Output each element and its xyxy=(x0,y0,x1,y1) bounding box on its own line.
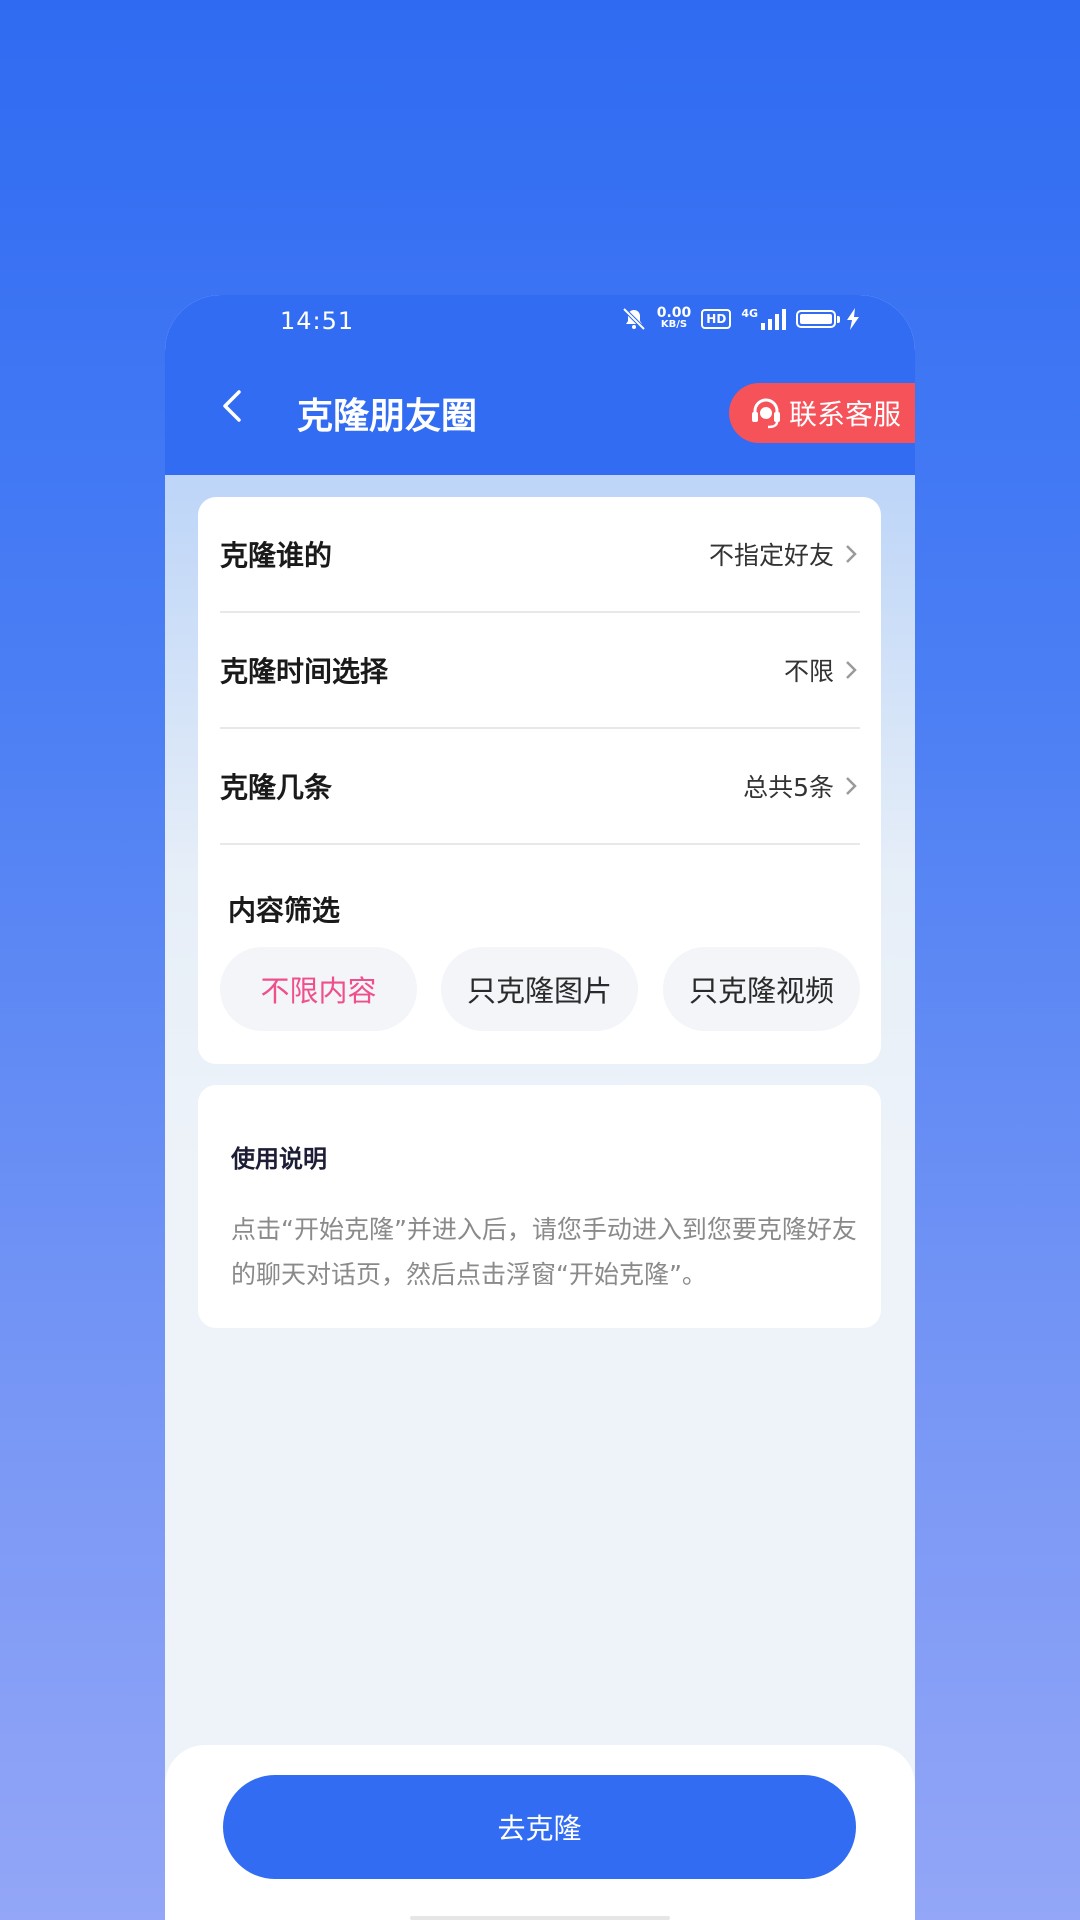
contact-support-button[interactable]: 联系客服 xyxy=(728,383,915,443)
filter-chip-all[interactable]: 不限内容 xyxy=(220,947,417,1031)
mute-bell-icon xyxy=(622,307,646,331)
row-label: 克隆时间选择 xyxy=(220,655,389,688)
row-label: 克隆几条 xyxy=(220,771,333,804)
net-speed-value: 0.00 xyxy=(656,305,692,321)
page-title: 克隆朋友圈 xyxy=(297,396,478,437)
help-title: 使用说明 xyxy=(231,1145,327,1173)
settings-card: 克隆谁的 不指定好友 克隆时间选择 不限 克隆几条 总共5条 内容筛选 不限内容… xyxy=(198,497,881,1064)
hd-badge: HD xyxy=(701,309,732,329)
row-value: 总共5条 xyxy=(743,773,834,802)
home-indicator xyxy=(410,1916,670,1920)
row-clone-time[interactable]: 克隆时间选择 不限 xyxy=(220,613,860,729)
go-clone-button[interactable]: 去克隆 xyxy=(223,1775,856,1879)
content-area: 克隆谁的 不指定好友 克隆时间选择 不限 克隆几条 总共5条 内容筛选 不限内容… xyxy=(165,475,915,1920)
status-time: 14:51 xyxy=(280,307,355,335)
chevron-right-icon xyxy=(846,661,857,679)
row-right: 不限 xyxy=(784,652,860,688)
back-arrow-icon[interactable] xyxy=(215,388,251,424)
phone-screen: 14:51 0.00 KB/S HD 4G 克隆朋友圈 联系客服 克隆谁的 不指… xyxy=(165,295,915,1920)
filter-chip-videos[interactable]: 只克隆视频 xyxy=(663,947,860,1031)
row-value: 不限 xyxy=(783,657,834,686)
status-icons: 0.00 KB/S HD 4G xyxy=(621,305,860,331)
help-card: 使用说明 点击“开始克隆”并进入后，请您手动进入到您要克隆好友的聊天对话页，然后… xyxy=(198,1085,881,1328)
bottom-bar: 去克隆 xyxy=(165,1745,915,1920)
signal-label: 4G xyxy=(741,306,758,320)
filter-chip-images[interactable]: 只克隆图片 xyxy=(441,947,638,1031)
chevron-right-icon xyxy=(846,777,857,795)
net-speed: 0.00 KB/S xyxy=(656,305,692,331)
filter-title: 内容筛选 xyxy=(228,894,341,927)
row-right: 不指定好友 xyxy=(709,536,860,572)
signal-icon xyxy=(761,309,786,330)
charging-icon xyxy=(847,308,859,330)
row-clone-count[interactable]: 克隆几条 总共5条 xyxy=(220,729,860,845)
battery-icon xyxy=(796,310,840,328)
net-speed-unit: KB/S xyxy=(660,319,688,330)
row-value: 不指定好友 xyxy=(708,541,834,570)
help-text: 点击“开始克隆”并进入后，请您手动进入到您要克隆好友的聊天对话页，然后点击浮窗“… xyxy=(231,1215,857,1289)
app-header: 14:51 0.00 KB/S HD 4G 克隆朋友圈 联系客服 xyxy=(165,295,915,475)
row-label: 克隆谁的 xyxy=(220,539,333,572)
row-right: 总共5条 xyxy=(743,768,860,804)
chevron-right-icon xyxy=(846,545,857,563)
row-clone-whose[interactable]: 克隆谁的 不指定好友 xyxy=(220,497,860,613)
headset-icon xyxy=(751,398,780,429)
contact-support-label: 联系客服 xyxy=(788,398,901,431)
